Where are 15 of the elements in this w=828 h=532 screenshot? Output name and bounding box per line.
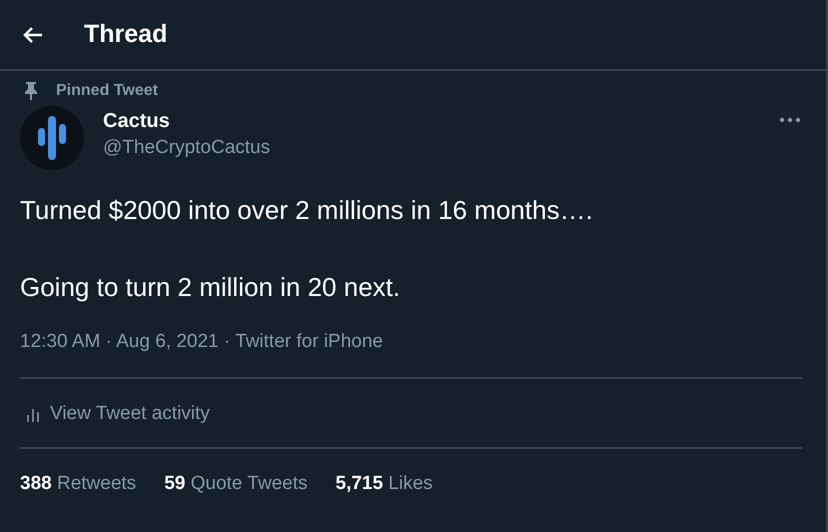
pinned-label: Pinned Tweet — [56, 82, 158, 100]
more-icon[interactable] — [778, 116, 802, 124]
user-handle[interactable]: @TheCryptoCactus — [103, 137, 270, 159]
view-activity-link[interactable]: View Tweet activity — [20, 379, 210, 447]
avatar[interactable] — [20, 106, 84, 170]
page-title: Thread — [84, 20, 168, 49]
tweet-text: Going to turn 2 million in 20 next. — [20, 271, 402, 303]
user-name[interactable]: Cactus — [103, 110, 270, 133]
back-arrow-icon[interactable] — [22, 26, 44, 44]
stat-link[interactable]: 5,715 Likes — [336, 473, 433, 495]
tweet-text: Turned $2000 into over 2 millions in 16 months…. — [20, 194, 594, 226]
stat-link[interactable]: 388 Retweets — [20, 473, 136, 495]
tweet-timestamp: 12:30 AM · Aug 6, 2021 · Twitter for iPhone — [20, 331, 384, 353]
stat-link[interactable]: 59 Quote Tweets — [164, 473, 308, 495]
pin-icon — [24, 82, 38, 100]
